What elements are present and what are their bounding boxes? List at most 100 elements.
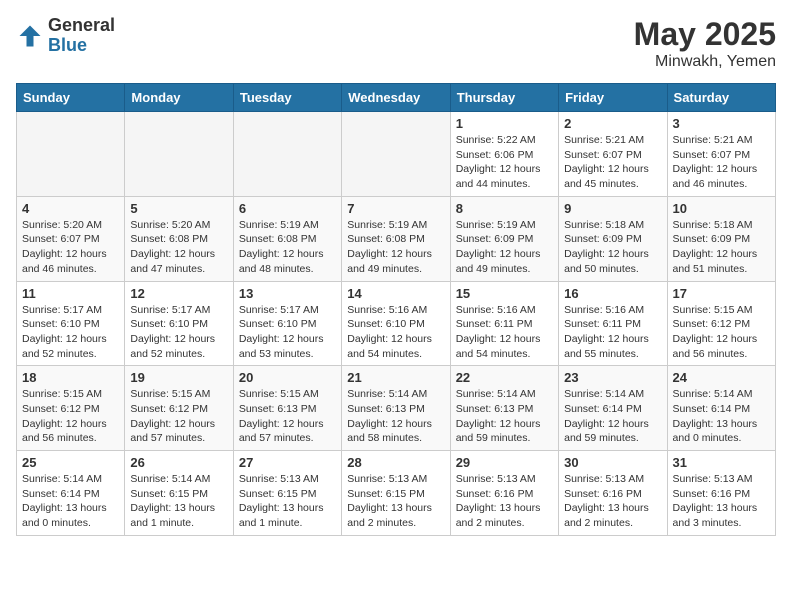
- day-info: Sunrise: 5:14 AM Sunset: 6:14 PM Dayligh…: [22, 472, 119, 531]
- day-info: Sunrise: 5:13 AM Sunset: 6:16 PM Dayligh…: [456, 472, 553, 531]
- calendar-day-cell: 31Sunrise: 5:13 AM Sunset: 6:16 PM Dayli…: [667, 451, 775, 536]
- day-number: 29: [456, 455, 553, 470]
- day-info: Sunrise: 5:16 AM Sunset: 6:11 PM Dayligh…: [456, 303, 553, 362]
- day-number: 31: [673, 455, 770, 470]
- day-number: 8: [456, 201, 553, 216]
- day-info: Sunrise: 5:16 AM Sunset: 6:11 PM Dayligh…: [564, 303, 661, 362]
- day-info: Sunrise: 5:14 AM Sunset: 6:13 PM Dayligh…: [347, 387, 444, 446]
- day-number: 14: [347, 286, 444, 301]
- weekday-header: Monday: [125, 84, 233, 112]
- day-number: 20: [239, 370, 336, 385]
- calendar-day-cell: 1Sunrise: 5:22 AM Sunset: 6:06 PM Daylig…: [450, 112, 558, 197]
- day-number: 26: [130, 455, 227, 470]
- logo-text: General Blue: [48, 16, 115, 56]
- calendar-day-cell: 12Sunrise: 5:17 AM Sunset: 6:10 PM Dayli…: [125, 281, 233, 366]
- day-info: Sunrise: 5:13 AM Sunset: 6:15 PM Dayligh…: [239, 472, 336, 531]
- calendar-day-cell: [17, 112, 125, 197]
- calendar-day-cell: 7 Sunrise: 5:19 AM Sunset: 6:08 PM Daylig…: [342, 196, 450, 281]
- day-info: Sunrise: 5:15 AM Sunset: 6:12 PM Dayligh…: [22, 387, 119, 446]
- weekday-header: Thursday: [450, 84, 558, 112]
- calendar-day-cell: 6 Sunrise: 5:19 AM Sunset: 6:08 PM Daylig…: [233, 196, 341, 281]
- weekday-header: Wednesday: [342, 84, 450, 112]
- day-number: 9: [564, 201, 661, 216]
- weekday-header: Tuesday: [233, 84, 341, 112]
- calendar-day-cell: 13Sunrise: 5:17 AM Sunset: 6:10 PM Dayli…: [233, 281, 341, 366]
- calendar-day-cell: 23 Sunrise: 5:14 AM Sunset: 6:14 PM Dayli…: [559, 366, 667, 451]
- calendar-day-cell: 21 Sunrise: 5:14 AM Sunset: 6:13 PM Dayli…: [342, 366, 450, 451]
- day-number: 6: [239, 201, 336, 216]
- weekday-header: Sunday: [17, 84, 125, 112]
- calendar-day-cell: 15 Sunrise: 5:16 AM Sunset: 6:11 PM Dayli…: [450, 281, 558, 366]
- calendar-day-cell: 10Sunrise: 5:18 AM Sunset: 6:09 PM Dayli…: [667, 196, 775, 281]
- day-info: Sunrise: 5:14 AM Sunset: 6:13 PM Dayligh…: [456, 387, 553, 446]
- day-number: 5: [130, 201, 227, 216]
- logo-general: General: [48, 16, 115, 36]
- calendar-day-cell: 22 Sunrise: 5:14 AM Sunset: 6:13 PM Dayli…: [450, 366, 558, 451]
- weekday-header-row: SundayMondayTuesdayWednesdayThursdayFrid…: [17, 84, 776, 112]
- calendar-day-cell: 18Sunrise: 5:15 AM Sunset: 6:12 PM Dayli…: [17, 366, 125, 451]
- calendar-table: SundayMondayTuesdayWednesdayThursdayFrid…: [16, 83, 776, 536]
- day-number: 3: [673, 116, 770, 131]
- calendar-day-cell: 20 Sunrise: 5:15 AM Sunset: 6:13 PM Dayli…: [233, 366, 341, 451]
- calendar-body: 1Sunrise: 5:22 AM Sunset: 6:06 PM Daylig…: [17, 112, 776, 536]
- calendar-day-cell: 26 Sunrise: 5:14 AM Sunset: 6:15 PM Dayli…: [125, 451, 233, 536]
- day-number: 30: [564, 455, 661, 470]
- calendar-day-cell: 16 Sunrise: 5:16 AM Sunset: 6:11 PM Dayli…: [559, 281, 667, 366]
- calendar-day-cell: 17 Sunrise: 5:15 AM Sunset: 6:12 PM Dayli…: [667, 281, 775, 366]
- calendar-day-cell: [233, 112, 341, 197]
- calendar-day-cell: 29 Sunrise: 5:13 AM Sunset: 6:16 PM Dayli…: [450, 451, 558, 536]
- logo: General Blue: [16, 16, 115, 56]
- calendar-week-row: 4 Sunrise: 5:20 AM Sunset: 6:07 PM Daylig…: [17, 196, 776, 281]
- calendar-day-cell: 3 Sunrise: 5:21 AM Sunset: 6:07 PM Daylig…: [667, 112, 775, 197]
- calendar-day-cell: 2Sunrise: 5:21 AM Sunset: 6:07 PM Daylig…: [559, 112, 667, 197]
- calendar-week-row: 25 Sunrise: 5:14 AM Sunset: 6:14 PM Dayli…: [17, 451, 776, 536]
- calendar-day-cell: 9 Sunrise: 5:18 AM Sunset: 6:09 PM Daylig…: [559, 196, 667, 281]
- day-info: Sunrise: 5:15 AM Sunset: 6:12 PM Dayligh…: [673, 303, 770, 362]
- day-info: Sunrise: 5:18 AM Sunset: 6:09 PM Dayligh…: [673, 218, 770, 277]
- day-info: Sunrise: 5:17 AM Sunset: 6:10 PM Dayligh…: [22, 303, 119, 362]
- day-info: Sunrise: 5:20 AM Sunset: 6:07 PM Dayligh…: [22, 218, 119, 277]
- calendar-day-cell: 8Sunrise: 5:19 AM Sunset: 6:09 PM Daylig…: [450, 196, 558, 281]
- day-info: Sunrise: 5:21 AM Sunset: 6:07 PM Dayligh…: [564, 133, 661, 192]
- day-number: 23: [564, 370, 661, 385]
- day-number: 4: [22, 201, 119, 216]
- day-info: Sunrise: 5:18 AM Sunset: 6:09 PM Dayligh…: [564, 218, 661, 277]
- day-number: 12: [130, 286, 227, 301]
- calendar-day-cell: 30Sunrise: 5:13 AM Sunset: 6:16 PM Dayli…: [559, 451, 667, 536]
- day-info: Sunrise: 5:21 AM Sunset: 6:07 PM Dayligh…: [673, 133, 770, 192]
- day-info: Sunrise: 5:22 AM Sunset: 6:06 PM Dayligh…: [456, 133, 553, 192]
- day-number: 22: [456, 370, 553, 385]
- logo-blue: Blue: [48, 36, 115, 56]
- day-info: Sunrise: 5:15 AM Sunset: 6:12 PM Dayligh…: [130, 387, 227, 446]
- weekday-header: Friday: [559, 84, 667, 112]
- calendar-day-cell: 11 Sunrise: 5:17 AM Sunset: 6:10 PM Dayli…: [17, 281, 125, 366]
- day-info: Sunrise: 5:14 AM Sunset: 6:15 PM Dayligh…: [130, 472, 227, 531]
- day-number: 21: [347, 370, 444, 385]
- day-info: Sunrise: 5:19 AM Sunset: 6:08 PM Dayligh…: [239, 218, 336, 277]
- day-info: Sunrise: 5:15 AM Sunset: 6:13 PM Dayligh…: [239, 387, 336, 446]
- day-info: Sunrise: 5:13 AM Sunset: 6:15 PM Dayligh…: [347, 472, 444, 531]
- weekday-header: Saturday: [667, 84, 775, 112]
- day-number: 19: [130, 370, 227, 385]
- calendar-day-cell: 14 Sunrise: 5:16 AM Sunset: 6:10 PM Dayli…: [342, 281, 450, 366]
- day-number: 11: [22, 286, 119, 301]
- calendar-day-cell: [342, 112, 450, 197]
- day-number: 7: [347, 201, 444, 216]
- calendar-day-cell: 28 Sunrise: 5:13 AM Sunset: 6:15 PM Dayli…: [342, 451, 450, 536]
- day-info: Sunrise: 5:19 AM Sunset: 6:08 PM Dayligh…: [347, 218, 444, 277]
- calendar-day-cell: 27Sunrise: 5:13 AM Sunset: 6:15 PM Dayli…: [233, 451, 341, 536]
- calendar-day-cell: 19 Sunrise: 5:15 AM Sunset: 6:12 PM Dayli…: [125, 366, 233, 451]
- day-info: Sunrise: 5:14 AM Sunset: 6:14 PM Dayligh…: [564, 387, 661, 446]
- calendar-day-cell: 4 Sunrise: 5:20 AM Sunset: 6:07 PM Daylig…: [17, 196, 125, 281]
- day-number: 25: [22, 455, 119, 470]
- day-number: 15: [456, 286, 553, 301]
- calendar-week-row: 18Sunrise: 5:15 AM Sunset: 6:12 PM Dayli…: [17, 366, 776, 451]
- day-info: Sunrise: 5:16 AM Sunset: 6:10 PM Dayligh…: [347, 303, 444, 362]
- day-info: Sunrise: 5:14 AM Sunset: 6:14 PM Dayligh…: [673, 387, 770, 446]
- day-number: 13: [239, 286, 336, 301]
- day-number: 28: [347, 455, 444, 470]
- day-number: 16: [564, 286, 661, 301]
- day-number: 17: [673, 286, 770, 301]
- day-info: Sunrise: 5:20 AM Sunset: 6:08 PM Dayligh…: [130, 218, 227, 277]
- logo-icon: [16, 22, 44, 50]
